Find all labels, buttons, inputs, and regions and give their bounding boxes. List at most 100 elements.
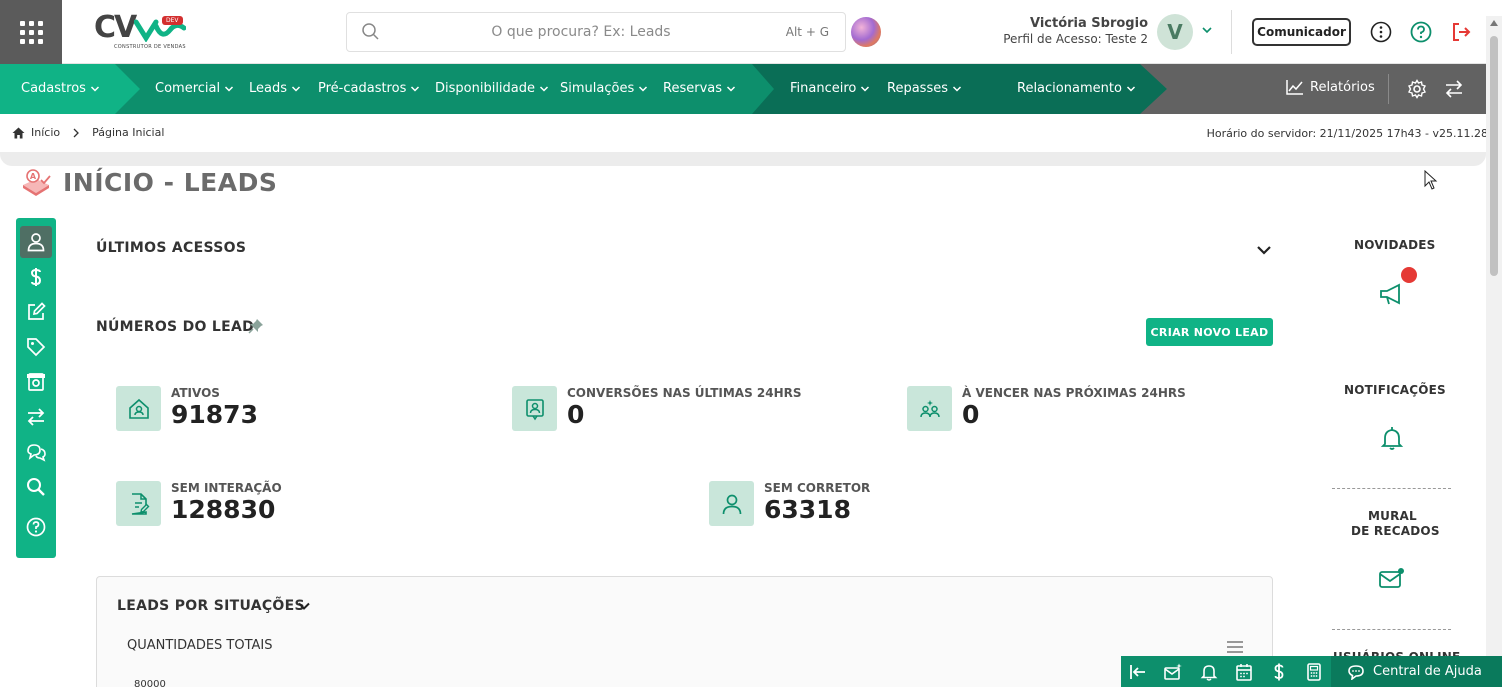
last-access-title[interactable]: ÚLTIMOS ACESSOS (96, 240, 246, 256)
toolbar-reservation-button[interactable] (20, 366, 52, 398)
chevron-down-icon[interactable] (296, 598, 312, 614)
help-center-button[interactable]: Central de Ajuda (1331, 656, 1502, 687)
chevron-down-icon (861, 85, 870, 92)
page-title: INÍCIO - LEADS (63, 168, 278, 197)
megaphone-icon[interactable] (1378, 281, 1406, 309)
breadcrumb-home[interactable]: Início (31, 126, 60, 139)
toolbar-help-button[interactable] (20, 511, 52, 543)
right-panel-divider (1332, 488, 1451, 489)
mail-star-icon[interactable] (1164, 663, 1182, 681)
chevron-down-icon[interactable] (1255, 241, 1273, 259)
left-quick-toolbar (16, 218, 56, 558)
nav-item-cadastros[interactable]: Cadastros (21, 81, 100, 96)
nav-item-comercial[interactable]: Comercial (155, 81, 234, 96)
right-panel-divider (1332, 629, 1451, 630)
nav-item-relacionamento[interactable]: Relacionamento (1017, 81, 1136, 96)
nav-item-label: Relacionamento (1017, 81, 1122, 96)
envelope-icon[interactable] (1377, 565, 1405, 593)
ticket-icon (27, 373, 45, 391)
users-sparkle-icon (919, 399, 940, 417)
server-time: Horário do servidor: 21/11/2025 17h43 - … (1206, 127, 1488, 140)
stat-icon-box (512, 386, 557, 431)
chevron-down-icon (90, 85, 99, 92)
avatar[interactable]: V (1157, 14, 1193, 50)
leads-page-icon: A (23, 169, 51, 196)
nav-item-label: Repasses (887, 81, 948, 96)
create-lead-button[interactable]: CRIAR NOVO LEAD (1146, 318, 1273, 346)
toolbar-leads-button[interactable] (20, 226, 52, 258)
nav-reports-label: Relatórios (1310, 79, 1375, 95)
leads-by-status-title[interactable]: LEADS POR SITUAÇÕES (117, 598, 305, 614)
toolbar-financial-button[interactable] (20, 261, 52, 293)
scrollbar-thumb[interactable] (1490, 36, 1498, 276)
nav-item-label: Simulações (560, 81, 635, 96)
user-name[interactable]: Victória Sbrogio (1030, 16, 1148, 31)
calculator-icon[interactable] (1305, 663, 1323, 681)
stat-icon-box (116, 481, 161, 526)
toolbar-transfer-button[interactable] (20, 401, 52, 433)
logout-icon[interactable] (1450, 21, 1472, 43)
svg-text:A: A (30, 172, 37, 181)
chevron-down-icon (726, 85, 736, 92)
gear-icon[interactable] (1407, 79, 1427, 99)
dollar-icon[interactable] (1270, 663, 1288, 681)
nav-item-relatorios[interactable]: Relatórios (1286, 79, 1375, 95)
search-shortcut: Alt + G (785, 25, 829, 39)
nav-item-pre-cadastros[interactable]: Pré-cadastros (318, 81, 420, 96)
bottom-quick-bar: Central de Ajuda (1121, 656, 1502, 687)
help-center-label: Central de Ajuda (1373, 664, 1482, 679)
content-top-shadow (0, 152, 1486, 166)
nav-item-label: Leads (249, 81, 288, 96)
swap-arrows-icon[interactable] (1444, 79, 1464, 99)
nav-item-financeiro[interactable]: Financeiro (790, 81, 870, 96)
mural-title-line1: MURAL (1368, 509, 1417, 523)
chart-y-axis-tick: 80000 (134, 679, 166, 687)
user-icon (27, 233, 45, 252)
stat-label: À VENCER NAS PRÓXIMAS 24HRS (962, 386, 1186, 400)
nav-item-simulacoes[interactable]: Simulações (560, 81, 648, 96)
chevron-down-icon[interactable] (1201, 24, 1213, 36)
hamburger-menu-icon[interactable] (1226, 639, 1244, 655)
stat-value: 0 (567, 400, 585, 429)
nav-item-label: Cadastros (21, 81, 86, 96)
user-profile: Perfil de Acesso: Teste 2 (1003, 32, 1148, 46)
document-edit-icon (131, 492, 149, 515)
brand-logo[interactable]: CV DEV CONSTRUTOR DE VENDAS (94, 12, 186, 52)
bell-icon[interactable] (1200, 663, 1218, 681)
apps-menu-button[interactable] (0, 0, 62, 64)
notifications-title: NOTIFICAÇÕES (1344, 383, 1446, 397)
home-icon[interactable] (12, 127, 25, 139)
nav-item-label: Pré-cadastros (318, 81, 407, 96)
language-globe-icon[interactable] (851, 17, 881, 47)
calendar-icon[interactable] (1235, 663, 1253, 681)
chevron-down-icon (539, 85, 549, 92)
stat-value: 63318 (764, 495, 851, 524)
bell-icon[interactable] (1379, 425, 1407, 453)
stat-label: ATIVOS (171, 386, 220, 400)
pin-icon[interactable] (248, 318, 264, 334)
global-search: Alt + G (346, 12, 846, 52)
chevron-down-icon (225, 85, 234, 92)
comunicador-button[interactable]: Comunicador (1252, 18, 1351, 46)
chevron-down-icon (1126, 85, 1135, 92)
leads-by-status-panel (96, 576, 1273, 687)
toolbar-chat-button[interactable] (20, 436, 52, 468)
nav-item-repasses[interactable]: Repasses (887, 81, 962, 96)
chevron-down-icon (639, 85, 648, 92)
nav-item-disponibilidade[interactable]: Disponibilidade (435, 81, 549, 96)
nav-item-reservas[interactable]: Reservas (663, 81, 736, 96)
stat-label: CONVERSÕES NAS ÚLTIMAS 24HRS (567, 386, 802, 400)
house-user-icon (128, 398, 149, 419)
logo-subtitle: CONSTRUTOR DE VENDAS (114, 44, 186, 50)
more-options-icon[interactable] (1370, 21, 1392, 43)
scroll-up-arrow-icon[interactable] (1490, 20, 1498, 26)
user-icon (722, 494, 741, 514)
search-input[interactable] (391, 19, 771, 45)
help-icon[interactable] (1410, 21, 1432, 43)
collapse-left-icon[interactable] (1129, 663, 1147, 681)
toolbar-search-button[interactable] (20, 471, 52, 503)
toolbar-edit-button[interactable] (20, 296, 52, 328)
page-scrollbar[interactable] (1486, 16, 1502, 687)
toolbar-tags-button[interactable] (20, 331, 52, 363)
nav-item-leads[interactable]: Leads (249, 81, 301, 96)
